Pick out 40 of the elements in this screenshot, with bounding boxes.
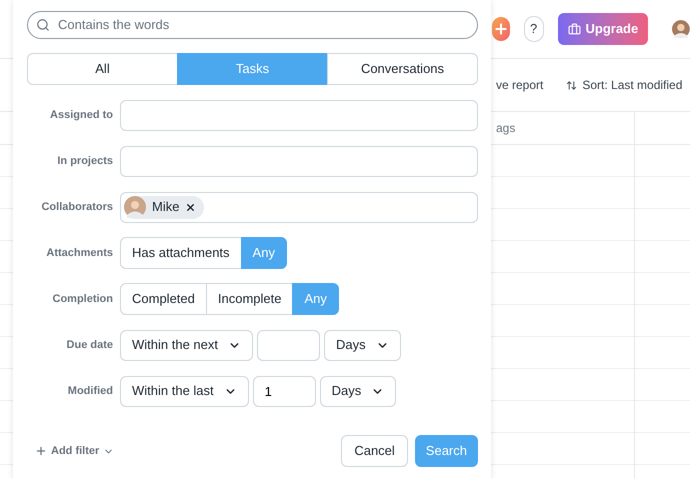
scope-tab[interactable]: All bbox=[27, 53, 178, 85]
search-icon bbox=[36, 18, 50, 32]
unit-dropdown[interactable]: Days bbox=[324, 330, 401, 360]
remove-icon[interactable] bbox=[185, 202, 196, 212]
sort-button[interactable]: Sort: Last modified bbox=[566, 76, 682, 94]
help-button[interactable]: ? bbox=[524, 16, 544, 42]
add-filter-button[interactable]: Add filter bbox=[35, 442, 114, 460]
mode-dropdown[interactable]: Within the last bbox=[120, 376, 249, 406]
upgrade-button[interactable]: Upgrade bbox=[558, 13, 648, 45]
segment-option[interactable]: Has attachments bbox=[120, 237, 242, 269]
segment-option[interactable]: Incomplete bbox=[206, 283, 294, 315]
search-input[interactable]: Contains the words bbox=[58, 15, 469, 35]
search-field[interactable]: Contains the words bbox=[27, 11, 478, 39]
text-field[interactable] bbox=[120, 100, 478, 130]
text-field[interactable] bbox=[120, 146, 478, 176]
toolbar-item[interactable]: ve report bbox=[496, 76, 544, 94]
unit-dropdown[interactable]: Days bbox=[320, 376, 396, 406]
sort-icon bbox=[566, 80, 578, 90]
column-header: ags bbox=[496, 120, 516, 137]
field-label: Modified bbox=[66, 384, 113, 399]
segment-option[interactable]: Completed bbox=[120, 283, 207, 315]
field-label: Completion bbox=[52, 292, 113, 307]
cancel-button[interactable]: Cancel bbox=[341, 435, 408, 467]
plus-icon bbox=[35, 445, 47, 457]
avatar bbox=[124, 196, 146, 218]
plus-icon bbox=[492, 21, 509, 37]
briefcase-icon bbox=[568, 22, 580, 36]
mode-dropdown[interactable]: Within the next bbox=[120, 330, 253, 360]
field-label: Assigned to bbox=[49, 108, 113, 123]
field-label: Collaborators bbox=[40, 200, 113, 215]
person-chip[interactable]: Mike bbox=[124, 196, 204, 218]
amount-field[interactable] bbox=[257, 330, 320, 360]
field-label: Due date bbox=[66, 338, 113, 353]
field-label: Attachments bbox=[45, 246, 113, 261]
user-avatar[interactable] bbox=[672, 17, 690, 41]
scope-tab[interactable]: Conversations bbox=[327, 53, 478, 85]
add-button[interactable] bbox=[492, 17, 510, 41]
field-label: In projects bbox=[56, 154, 113, 169]
amount-field[interactable]: 1 bbox=[252, 376, 316, 406]
collaborators-field[interactable]: Mike bbox=[120, 192, 478, 222]
